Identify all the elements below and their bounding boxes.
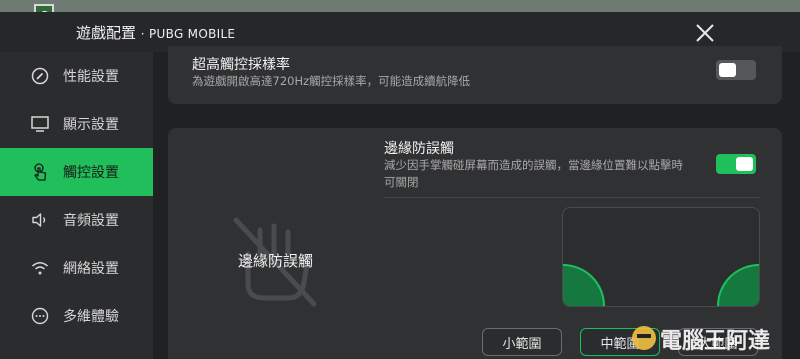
more-dots-icon [31, 307, 49, 325]
sidebar-item-display[interactable]: 顯示設置 [0, 100, 153, 148]
sidebar-item-label: 觸控設置 [63, 165, 119, 181]
touch-sampling-subtitle: 為遊戲開啟高達720Hz觸控採樣率，可能造成續航降低 [192, 74, 471, 88]
touch-sampling-toggle[interactable] [716, 60, 756, 80]
sidebar-item-network[interactable]: 網絡設置 [0, 244, 153, 292]
sidebar-item-label: 網絡設置 [63, 261, 119, 277]
wifi-icon [32, 262, 48, 275]
title-text: 遊戲配置 [76, 24, 137, 42]
range-small-button[interactable]: 小範圍 [482, 328, 562, 356]
divider [384, 197, 760, 198]
svg-text:電腦王阿達: 電腦王阿達 [660, 328, 770, 354]
sidebar-item-touch[interactable]: 觸控設置 [0, 148, 153, 196]
touch-hand-icon [34, 163, 47, 181]
gauge-icon [31, 67, 49, 85]
sidebar-item-audio[interactable]: 音頻設置 [0, 196, 153, 244]
toggle-knob [736, 157, 753, 171]
monitor-icon [31, 116, 49, 132]
sidebar-item-label: 性能設置 [63, 69, 119, 85]
touch-sampling-card: 超高觸控採樣率 為遊戲開啟高達720Hz觸控採樣率，可能造成續航降低 [168, 46, 782, 104]
sidebar-item-multidimensional[interactable]: 多維體驗 [0, 292, 153, 340]
close-icon[interactable] [694, 22, 716, 44]
toggle-knob [719, 63, 736, 77]
speaker-icon [32, 213, 46, 227]
app-name: · PUBG MOBILE [140, 27, 236, 41]
left-edge-zone [563, 264, 605, 306]
edge-protection-title: 邊緣防誤觸 [384, 141, 454, 157]
page-title: 遊戲配置 · PUBG MOBILE [76, 22, 235, 43]
right-edge-zone [717, 264, 759, 306]
edge-protection-toggle[interactable] [716, 154, 756, 174]
range-preview [562, 207, 760, 307]
touch-sampling-title: 超高觸控採樣率 [192, 57, 290, 73]
sidebar-item-performance[interactable]: 性能設置 [0, 52, 153, 100]
feature-label: 邊緣防誤觸 [238, 252, 314, 270]
edge-protection-subtitle: 減少因手掌觸碰屏幕而造成的誤觸，當邊緣位置難以點擊時可關閉 [384, 158, 683, 189]
sidebar-item-label: 音頻設置 [63, 213, 119, 229]
sidebar-item-label: 顯示設置 [63, 117, 119, 133]
sidebar: 性能設置 顯示設置 觸控設置 音頻設置 網絡設置 多維體驗 [0, 52, 153, 359]
sidebar-item-label: 多維體驗 [63, 309, 119, 325]
watermark-logo: 電腦王阿達 [632, 326, 770, 354]
